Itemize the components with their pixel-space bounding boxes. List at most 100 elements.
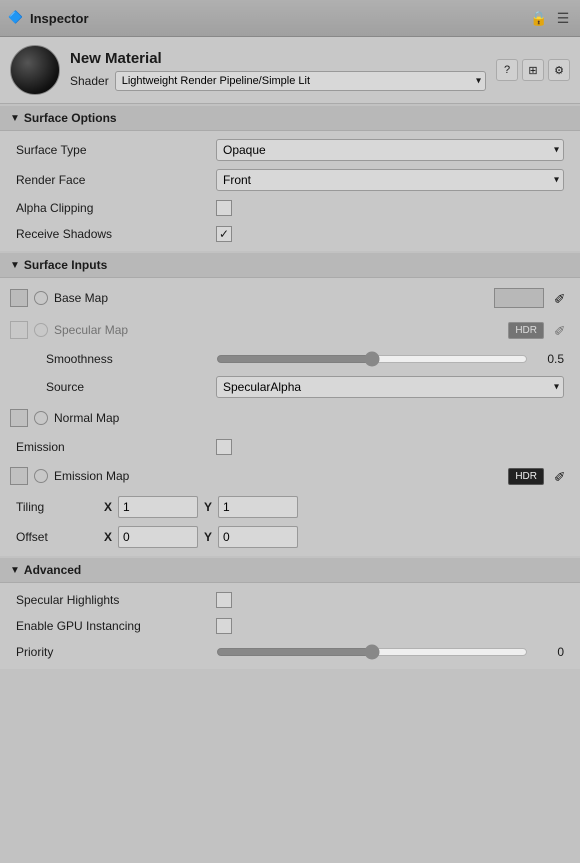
specular-map-circle-icon: [34, 323, 48, 337]
source-row: Source SpecularAlpha BaseAlpha: [0, 372, 580, 402]
normal-map-thumb[interactable]: [10, 409, 28, 427]
specular-hdr-button[interactable]: HDR: [508, 322, 544, 339]
emission-checkbox[interactable]: [216, 439, 232, 455]
emission-map-label: Emission Map: [54, 469, 502, 483]
alpha-clipping-label: Alpha Clipping: [16, 201, 216, 215]
gpu-instancing-label: Enable GPU Instancing: [16, 619, 216, 633]
smoothness-value: 0.5: [534, 352, 564, 366]
specular-map-row: Specular Map HDR ✏: [0, 314, 580, 346]
layout-icon-btn[interactable]: ⊞: [522, 59, 544, 81]
gpu-instancing-checkbox[interactable]: [216, 618, 232, 634]
title-bar-title: Inspector: [30, 11, 89, 26]
receive-shadows-checkbox[interactable]: ✓: [216, 226, 232, 242]
receive-shadows-control: ✓: [216, 226, 564, 242]
base-map-pencil-icon[interactable]: ✏: [546, 284, 574, 312]
offset-fields: X Y: [104, 526, 564, 548]
priority-label: Priority: [16, 645, 216, 659]
surface-type-row: Surface Type Opaque Transparent: [0, 135, 580, 165]
source-select-wrap[interactable]: SpecularAlpha BaseAlpha: [216, 376, 564, 398]
base-map-color-swatch[interactable]: [494, 288, 544, 308]
emission-control: [216, 439, 564, 455]
surface-options-label: Surface Options: [24, 111, 117, 125]
priority-slider[interactable]: [216, 644, 528, 660]
material-info: New Material Shader Lightweight Render P…: [70, 50, 486, 91]
menu-icon[interactable]: ☰: [554, 9, 572, 27]
render-face-select[interactable]: Front Back Both: [216, 169, 564, 191]
surface-type-select[interactable]: Opaque Transparent: [216, 139, 564, 161]
tiling-y-label: Y: [204, 500, 212, 514]
tiling-fields: X Y: [104, 496, 564, 518]
surface-options-body: Surface Type Opaque Transparent Render F…: [0, 131, 580, 251]
inspector-icon: 🔷: [8, 10, 24, 26]
alpha-clipping-control: [216, 200, 564, 216]
render-face-select-wrap[interactable]: Front Back Both: [216, 169, 564, 191]
specular-map-pencil-icon[interactable]: ✏: [546, 316, 574, 344]
receive-shadows-row: Receive Shadows ✓: [0, 221, 580, 247]
smoothness-row: Smoothness 0.5: [0, 346, 580, 372]
surface-inputs-header[interactable]: ▼ Surface Inputs: [0, 253, 580, 278]
material-icons: ? ⊞ ⚙: [496, 59, 570, 81]
shader-row: Shader Lightweight Render Pipeline/Simpl…: [70, 71, 486, 91]
specular-highlights-label: Specular Highlights: [16, 593, 216, 607]
offset-label: Offset: [16, 530, 96, 544]
receive-shadows-label: Receive Shadows: [16, 227, 216, 241]
base-map-label: Base Map: [54, 291, 488, 305]
advanced-label: Advanced: [24, 563, 81, 577]
alpha-clipping-checkbox[interactable]: [216, 200, 232, 216]
offset-y-input[interactable]: [218, 526, 298, 548]
emission-map-pencil-icon[interactable]: ✏: [546, 462, 574, 490]
shader-dropdown-wrap[interactable]: Lightweight Render Pipeline/Simple Lit: [115, 71, 486, 91]
tiling-row: Tiling X Y: [0, 492, 580, 522]
gpu-instancing-row: Enable GPU Instancing: [0, 613, 580, 639]
shader-select[interactable]: Lightweight Render Pipeline/Simple Lit: [115, 71, 486, 91]
surface-type-control: Opaque Transparent: [216, 139, 564, 161]
tiling-x-input[interactable]: [118, 496, 198, 518]
specular-map-thumb[interactable]: [10, 321, 28, 339]
surface-type-select-wrap[interactable]: Opaque Transparent: [216, 139, 564, 161]
specular-highlights-control: [216, 592, 564, 608]
smoothness-slider-wrap: 0.5: [216, 351, 564, 367]
tiling-y-input[interactable]: [218, 496, 298, 518]
emission-hdr-button[interactable]: HDR: [508, 468, 544, 485]
render-face-control: Front Back Both: [216, 169, 564, 191]
surface-options-header[interactable]: ▼ Surface Options: [0, 106, 580, 131]
advanced-body: Specular Highlights Enable GPU Instancin…: [0, 583, 580, 669]
emission-map-thumb[interactable]: [10, 467, 28, 485]
priority-row: Priority 0: [0, 639, 580, 665]
offset-x-label: X: [104, 530, 112, 544]
emission-map-circle-icon: [34, 469, 48, 483]
specular-highlights-checkbox[interactable]: [216, 592, 232, 608]
specular-map-label: Specular Map: [54, 323, 502, 337]
priority-value: 0: [534, 645, 564, 659]
normal-map-circle-icon: [34, 411, 48, 425]
settings-icon-btn[interactable]: ⚙: [548, 59, 570, 81]
offset-row: Offset X Y: [0, 522, 580, 552]
emission-label: Emission: [16, 440, 216, 454]
source-control: SpecularAlpha BaseAlpha: [216, 376, 564, 398]
receive-shadows-checkmark: ✓: [219, 228, 229, 240]
emission-map-row: Emission Map HDR ✏: [0, 460, 580, 492]
title-bar-right: 🔒 ☰: [530, 9, 572, 27]
priority-slider-wrap: 0: [216, 644, 564, 660]
surface-inputs-body: Base Map ✏ Specular Map HDR ✏ Smoothness…: [0, 278, 580, 556]
offset-y-label: Y: [204, 530, 212, 544]
base-map-circle-icon: [34, 291, 48, 305]
lock-icon[interactable]: 🔒: [530, 9, 548, 27]
help-icon-btn[interactable]: ?: [496, 59, 518, 81]
surface-inputs-arrow: ▼: [10, 260, 20, 271]
smoothness-slider[interactable]: [216, 351, 528, 367]
advanced-header[interactable]: ▼ Advanced: [0, 558, 580, 583]
surface-inputs-section: ▼ Surface Inputs Base Map ✏ Specular Map…: [0, 253, 580, 556]
base-map-thumb[interactable]: [10, 289, 28, 307]
priority-control: 0: [216, 644, 564, 660]
title-bar: 🔷 Inspector 🔒 ☰: [0, 0, 580, 37]
tiling-x-label: X: [104, 500, 112, 514]
material-name: New Material: [70, 50, 486, 67]
material-header: New Material Shader Lightweight Render P…: [0, 37, 580, 104]
normal-map-row: Normal Map: [0, 402, 580, 434]
source-select[interactable]: SpecularAlpha BaseAlpha: [216, 376, 564, 398]
normal-map-label: Normal Map: [54, 411, 570, 425]
surface-options-arrow: ▼: [10, 113, 20, 124]
smoothness-control: 0.5: [216, 351, 564, 367]
offset-x-input[interactable]: [118, 526, 198, 548]
